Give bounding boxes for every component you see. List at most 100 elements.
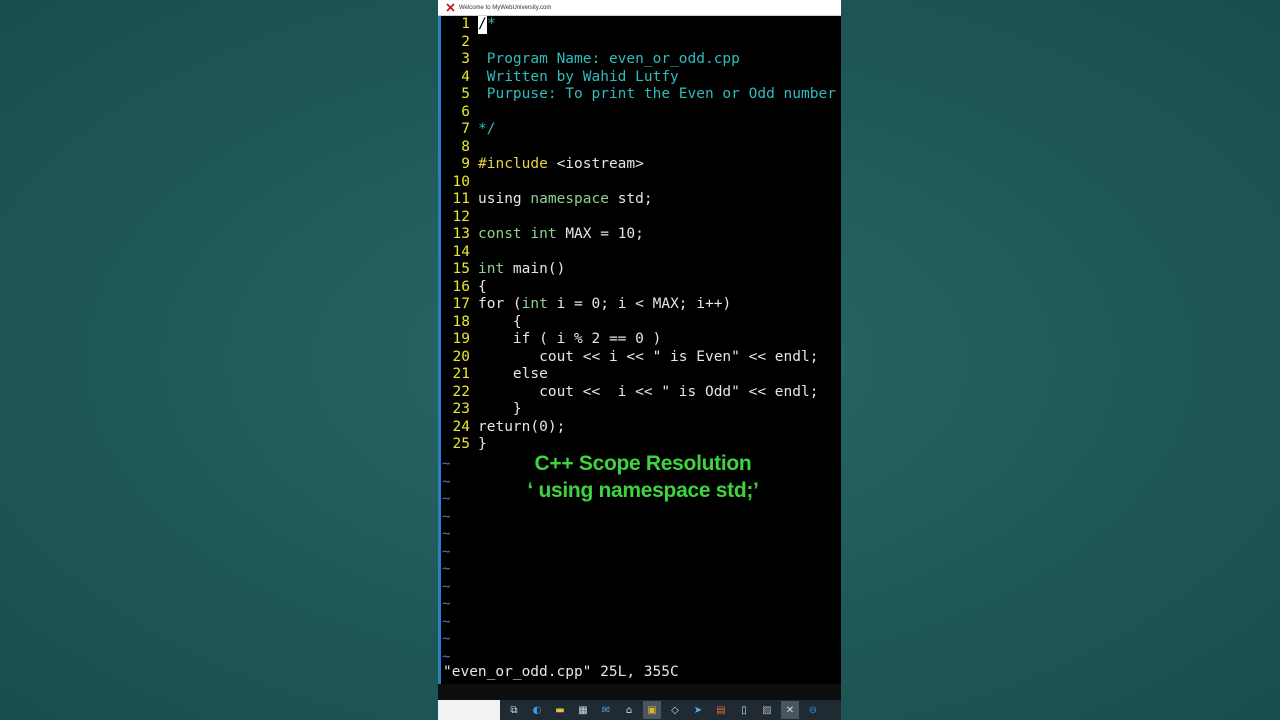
code-line[interactable]: 15 int main() <box>438 261 841 279</box>
minus-app-icon[interactable]: ⊖ <box>804 701 822 719</box>
code-line[interactable]: 13 const int MAX = 10; <box>438 226 841 244</box>
code-token: { <box>478 313 522 330</box>
code-line[interactable]: 1 /* <box>438 16 841 34</box>
code-line[interactable]: 11 using namespace std; <box>438 191 841 209</box>
line-number: 7 <box>461 121 470 137</box>
code-line[interactable]: 3 Program Name: even_or_odd.cpp <box>438 51 841 69</box>
vim-editor-buffer[interactable]: 1 /* 2 3 Program Name: even_or_odd.cpp 4 Wri… <box>438 16 841 454</box>
code-line[interactable]: 20 cout << i << " is Even" << endl; <box>438 349 841 367</box>
tilde-marker: ~ <box>442 491 451 507</box>
caption-line-1: C++ Scope Resolution <box>534 452 752 475</box>
image-icon[interactable]: ▨ <box>758 701 776 719</box>
code-token: const <box>478 226 531 242</box>
code-text: { <box>478 279 487 297</box>
code-line[interactable]: 5 Purpuse: To print the Even or Odd numb… <box>438 86 841 104</box>
taskbar-search-box[interactable] <box>438 700 500 720</box>
file-icon[interactable]: ▯ <box>735 701 753 719</box>
code-token: if ( i % 2 == 0 ) <box>478 331 662 347</box>
line-number: 19 <box>452 331 470 347</box>
code-token: #include <box>478 156 548 172</box>
code-text: /* <box>478 16 496 34</box>
code-text: const int MAX = 10; <box>478 226 644 244</box>
code-line[interactable]: 19 if ( i % 2 == 0 ) <box>438 331 841 349</box>
code-line[interactable]: 18 { <box>438 314 841 332</box>
tilde-marker: ~ <box>442 631 451 647</box>
code-line[interactable]: 14 <box>438 244 841 262</box>
task-view-icon[interactable]: ⧉ <box>505 701 523 719</box>
code-token: * <box>487 16 496 32</box>
taskbar: ⧉ ◐ ▬ ▦ ✉ ⌂ ▣ ◇ ➤ ▤ ▯ ▨ ✕ ⊖ <box>438 700 841 720</box>
line-number: 15 <box>452 261 470 277</box>
calendar-icon[interactable]: ▦ <box>574 701 592 719</box>
x-logo-icon <box>446 3 455 12</box>
code-token: Program Name: even_or_odd.cpp <box>478 51 740 67</box>
code-line[interactable]: 10 <box>438 174 841 192</box>
line-number: 20 <box>452 348 470 365</box>
code-text: cout << i << " is Odd" << endl; <box>478 384 818 402</box>
document-icon[interactable]: ▤ <box>712 701 730 719</box>
line-number: 21 <box>452 366 470 382</box>
line-number: 9 <box>461 156 470 172</box>
command-line-area <box>438 684 841 700</box>
code-token: } <box>478 401 522 417</box>
edge-icon[interactable]: ◐ <box>528 701 546 719</box>
code-line[interactable]: 2 <box>438 34 841 52</box>
code-text: if ( i % 2 == 0 ) <box>478 331 661 349</box>
code-token: main() <box>504 261 566 277</box>
tilde-marker: ~ <box>442 473 451 490</box>
code-line[interactable]: 6 <box>438 104 841 122</box>
code-line[interactable]: 23 } <box>438 401 841 419</box>
code-token: cout << i << " is Even" << endl; <box>478 348 819 365</box>
line-number: 8 <box>461 138 470 155</box>
line-number: 1 <box>461 16 470 32</box>
code-token: Purpuse: To print the Even or Odd number <box>478 86 836 102</box>
code-line[interactable]: 9 #include <iostream> <box>438 156 841 174</box>
code-token: for ( <box>478 296 522 312</box>
line-number: 10 <box>452 173 470 190</box>
code-line[interactable]: 24 return(0); <box>438 419 841 437</box>
video-caption-overlay: C++ Scope Resolution ‘ using namespace s… <box>478 450 808 504</box>
line-number: 17 <box>452 296 470 312</box>
code-text: using namespace std; <box>478 191 653 209</box>
mail-icon[interactable]: ✉ <box>597 701 615 719</box>
empty-line-markers: ~ ~ ~ ~ ~ ~ ~ ~ ~ ~ ~ ~ <box>442 456 450 666</box>
code-token: namespace <box>530 191 609 207</box>
code-token: Written by Wahid Lutfy <box>478 68 679 85</box>
code-token: { <box>478 278 487 295</box>
line-number: 22 <box>452 383 470 400</box>
code-text: } <box>478 401 522 419</box>
code-token: using <box>478 191 531 207</box>
code-token: int <box>530 226 557 242</box>
code-line[interactable]: 4 Written by Wahid Lutfy <box>438 69 841 87</box>
terminal-icon[interactable]: ▣ <box>643 701 661 719</box>
line-number: 25 <box>452 436 470 452</box>
share-icon[interactable]: ➤ <box>689 701 707 719</box>
tilde-marker: ~ <box>442 543 451 560</box>
code-token: int <box>521 296 548 312</box>
code-line[interactable]: 7 */ <box>438 121 841 139</box>
cube-icon[interactable]: ◇ <box>666 701 684 719</box>
line-number: 16 <box>452 278 470 295</box>
code-line[interactable]: 22 cout << i << " is Odd" << endl; <box>438 384 841 402</box>
code-text: { <box>478 314 522 332</box>
window-titlebar[interactable]: Welcome to MyWebUniversity.com <box>438 0 841 16</box>
code-token: int <box>478 261 505 277</box>
file-explorer-icon[interactable]: ▬ <box>551 701 569 719</box>
app-icon[interactable]: ⌂ <box>620 701 638 719</box>
code-text: #include <iostream> <box>478 156 644 174</box>
x-app-icon[interactable]: ✕ <box>781 701 799 719</box>
code-line[interactable]: 21 else <box>438 366 841 384</box>
code-line[interactable]: 17 for (int i = 0; i < MAX; i++) <box>438 296 841 314</box>
code-line[interactable]: 16 { <box>438 279 841 297</box>
code-token: return(0); <box>478 418 566 435</box>
code-line[interactable]: 8 <box>438 139 841 157</box>
line-number: 5 <box>461 86 470 102</box>
code-text: cout << i << " is Even" << endl; <box>478 349 818 367</box>
vim-status-line: "even_or_odd.cpp" 25L, 355C <box>443 664 679 680</box>
caption-line-2: ‘ using namespace std;’ <box>527 479 759 502</box>
code-token: MAX = 10; <box>556 226 644 242</box>
tilde-marker: ~ <box>442 596 451 612</box>
code-line[interactable]: 12 <box>438 209 841 227</box>
tilde-marker: ~ <box>442 456 451 472</box>
line-number: 13 <box>452 226 470 242</box>
